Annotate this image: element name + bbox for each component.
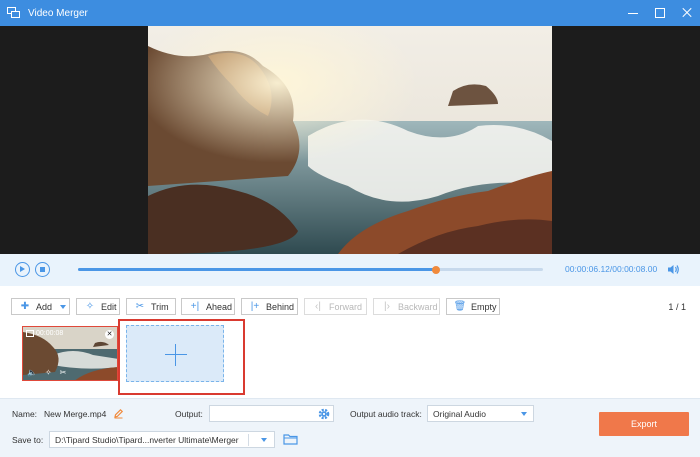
clip-duration: 00:00:08 xyxy=(36,330,64,337)
behind-label: Behind xyxy=(266,301,295,312)
edit-button[interactable]: ✧ Edit xyxy=(76,298,120,315)
add-clip-slot[interactable] xyxy=(126,325,224,382)
film-icon xyxy=(26,330,34,337)
trash-icon: 🗑 xyxy=(453,300,467,312)
empty-button[interactable]: 🗑 Empty xyxy=(446,298,500,315)
add-label: Add xyxy=(36,301,53,312)
stop-icon[interactable] xyxy=(35,262,50,277)
video-clip-thumbnail[interactable]: 00:00:08 ✕ 🔈 ✧ ✂ xyxy=(22,326,118,381)
ahead-label: Ahead xyxy=(206,301,233,312)
remove-clip-icon[interactable]: ✕ xyxy=(105,330,114,339)
chevron-down-icon[interactable] xyxy=(60,304,67,309)
gear-icon[interactable] xyxy=(318,408,330,420)
video-preview-area xyxy=(0,26,700,254)
behind-button[interactable]: |+ Behind xyxy=(241,298,298,315)
audio-track-value: Original Audio xyxy=(433,409,486,419)
minimize-icon[interactable] xyxy=(628,8,638,18)
clip-edit-icon[interactable]: ✧ xyxy=(45,368,52,377)
bar-chevron-right-icon: |› xyxy=(384,300,390,312)
ahead-button[interactable]: +| Ahead xyxy=(181,298,235,315)
name-label: Name: xyxy=(12,409,38,419)
plus-bar-icon: +| xyxy=(190,300,200,312)
title-bar: Video Merger xyxy=(0,0,700,26)
trim-button[interactable]: ✂ Trim xyxy=(126,298,176,315)
output-label: Output: xyxy=(175,409,203,419)
video-frame xyxy=(148,26,552,254)
close-icon[interactable] xyxy=(682,8,692,18)
time-display: 00:00:06.12/00:00:08.00 xyxy=(565,264,657,274)
current-time: 00:00:06.12 xyxy=(565,264,610,274)
empty-label: Empty xyxy=(471,301,497,312)
progress-fill xyxy=(78,268,437,271)
forward-label: Forward xyxy=(329,301,363,312)
plus-icon: ✚ xyxy=(20,300,30,312)
play-icon[interactable] xyxy=(15,262,30,277)
chevron-down-icon[interactable] xyxy=(261,438,267,442)
select-divider xyxy=(248,434,249,446)
bar-plus-icon: |+ xyxy=(250,300,260,312)
export-button[interactable]: Export xyxy=(599,412,689,436)
total-time: /00:00:08.00 xyxy=(609,264,658,274)
playhead-handle[interactable] xyxy=(432,265,441,274)
forward-button[interactable]: ‹| Forward xyxy=(304,298,367,315)
clip-timeline: 00:00:08 ✕ 🔈 ✧ ✂ xyxy=(0,318,700,398)
save-path-select[interactable]: D:\Tipard Studio\Tipard...nverter Ultima… xyxy=(49,431,275,448)
folder-icon[interactable] xyxy=(283,433,298,445)
window-stack-icon xyxy=(7,7,21,19)
output-format-field[interactable] xyxy=(209,405,334,422)
progress-track[interactable] xyxy=(78,265,543,274)
audio-track-select[interactable]: Original Audio xyxy=(427,405,534,422)
volume-icon[interactable] xyxy=(667,263,680,276)
window-title: Video Merger xyxy=(28,7,88,19)
trim-label: Trim xyxy=(151,301,169,312)
clip-tools: 🔈 ✧ ✂ xyxy=(27,368,66,377)
chevron-left-bar-icon: ‹| xyxy=(315,300,321,312)
add-button[interactable]: ✚ Add xyxy=(11,298,70,315)
clip-trim-icon[interactable]: ✂ xyxy=(60,368,67,377)
player-controls: 00:00:06.12/00:00:08.00 xyxy=(0,254,700,286)
chevron-down-icon xyxy=(521,412,527,416)
save-path-value: D:\Tipard Studio\Tipard...nverter Ultima… xyxy=(55,435,239,445)
page-separator: / xyxy=(675,302,679,312)
backward-label: Backward xyxy=(398,301,438,312)
backward-button[interactable]: |› Backward xyxy=(373,298,440,315)
audio-track-label: Output audio track: xyxy=(350,409,422,419)
page-current: 1 xyxy=(668,302,674,312)
page-total: 1 xyxy=(680,302,686,312)
maximize-icon[interactable] xyxy=(655,8,665,18)
file-name-value: New Merge.mp4 xyxy=(44,409,107,419)
page-indicator: 1 / 1 xyxy=(668,302,686,312)
pencil-icon[interactable] xyxy=(113,408,124,419)
edit-label: Edit xyxy=(101,301,117,312)
output-settings-bar: Name: New Merge.mp4 Output: Output audio… xyxy=(0,398,700,457)
video-preview-image xyxy=(148,26,552,254)
save-to-label: Save to: xyxy=(12,435,44,445)
magic-wand-icon: ✧ xyxy=(85,300,95,312)
clip-volume-icon[interactable]: 🔈 xyxy=(27,368,37,377)
window-controls xyxy=(628,0,692,26)
scissors-icon: ✂ xyxy=(135,300,145,312)
